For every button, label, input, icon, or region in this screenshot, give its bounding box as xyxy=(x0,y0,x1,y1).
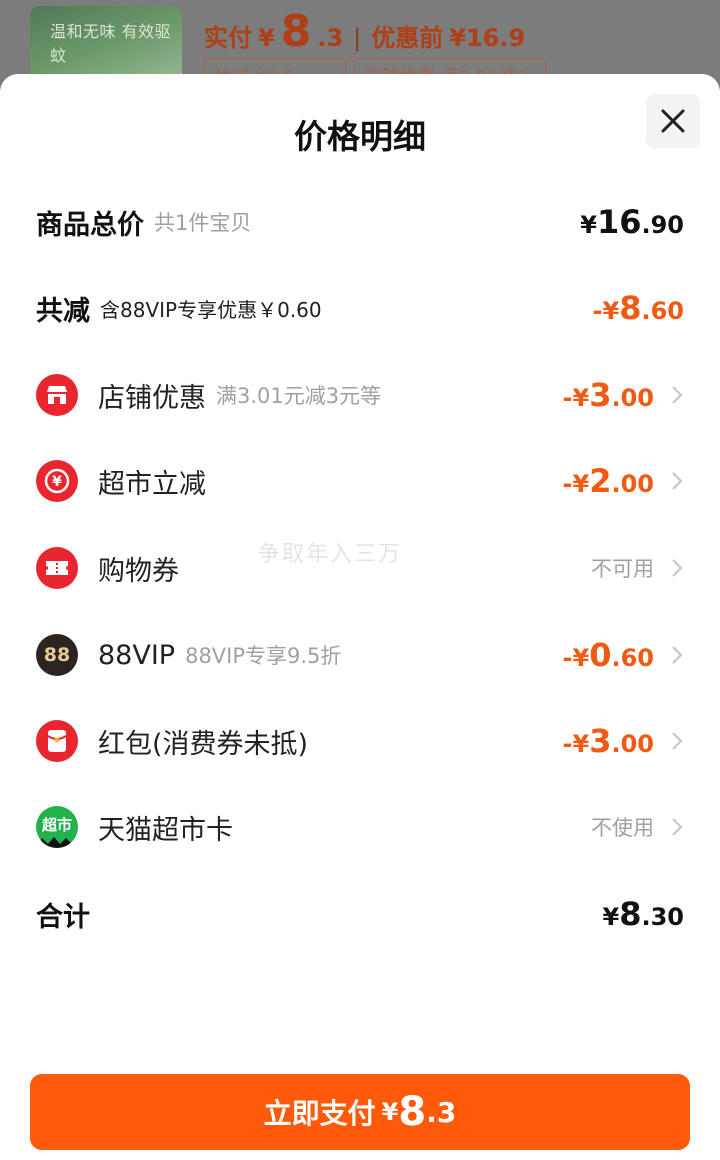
paid-dec: .3 xyxy=(317,24,344,52)
tmall-market-card-label: 天猫超市卡 xyxy=(98,814,233,846)
price-int: 0 xyxy=(589,636,612,674)
svg-text:¥: ¥ xyxy=(52,474,62,490)
ticket-icon xyxy=(36,547,78,589)
chevron-right-icon xyxy=(672,559,683,577)
price-dec: .60 xyxy=(611,644,654,672)
row-grand-total: 合计 ¥8.30 xyxy=(36,884,684,944)
yuan-coin-icon: ¥ xyxy=(36,460,78,502)
pay-now-button[interactable]: 立即支付 ¥8.3 xyxy=(30,1074,690,1150)
row-item-total: 商品总价 共1件宝贝 ¥16.90 xyxy=(36,192,684,252)
row-market-discount[interactable]: ¥ 超市立减 -¥2.00 xyxy=(36,451,684,511)
close-button[interactable] xyxy=(646,94,700,148)
chevron-right-icon xyxy=(672,732,683,750)
total-discount-label: 共减 xyxy=(36,295,90,327)
pay-now-int: 8 xyxy=(398,1089,427,1135)
voucher-label: 购物券 xyxy=(98,555,179,587)
tmall-market-card-status-text: 不使用 xyxy=(591,816,654,840)
product-thumbnail-text: 温和无味 有效驱蚊 xyxy=(50,22,172,65)
paid-label: 实付 xyxy=(204,24,252,52)
price-int: 16 xyxy=(596,203,642,241)
before-discount-label: 优惠前 xyxy=(371,24,444,52)
88vip-icon-text: 88 xyxy=(43,644,71,666)
shop-icon xyxy=(36,374,78,416)
shop-discount-sub: 满3.01元减3元等 xyxy=(216,384,382,408)
currency-symbol: ¥ xyxy=(580,211,597,239)
chevron-right-icon xyxy=(672,818,683,836)
before-discount-price: ¥16.9 xyxy=(449,24,526,52)
chevron-right-icon xyxy=(672,386,683,404)
88vip-sub: 88VIP专享9.5折 xyxy=(185,644,342,668)
price-dec: .00 xyxy=(611,730,654,758)
watermark-text: 争取年入三万 xyxy=(258,542,403,567)
price-int: 8 xyxy=(619,289,642,327)
paid-currency: ¥ xyxy=(258,24,275,52)
item-total-label: 商品总价 xyxy=(36,209,144,241)
grand-total-price: ¥8.30 xyxy=(603,895,684,933)
price-dec: .60 xyxy=(641,297,684,325)
88vip-discount-amount: -¥0.60 xyxy=(563,636,684,674)
item-count: 共1件宝贝 xyxy=(154,211,252,235)
row-total-discount: 共减 含88VIP专享优惠￥0.60 -¥8.60 xyxy=(36,278,684,338)
row-shop-discount[interactable]: 店铺优惠 满3.01元减3元等 -¥3.00 xyxy=(36,365,684,425)
currency-symbol: -¥ xyxy=(562,384,590,412)
price-dec: .00 xyxy=(611,384,654,412)
price-int: 8 xyxy=(619,895,642,933)
chevron-right-icon xyxy=(672,646,683,664)
row-tmall-market-card[interactable]: 超市 天猫超市卡 不使用 xyxy=(36,797,684,857)
grand-total-label: 合计 xyxy=(36,901,90,933)
red-packet-label: 红包(消费券未抵) xyxy=(98,728,309,760)
currency-symbol: -¥ xyxy=(562,470,590,498)
88vip-label: 88VIP xyxy=(98,639,176,671)
tmall-market-card-status: 不使用 xyxy=(591,812,684,842)
price-dec: .30 xyxy=(641,903,684,931)
price-dec: .00 xyxy=(611,470,654,498)
sheet-title: 价格明细 xyxy=(294,117,426,156)
price-dec: .90 xyxy=(641,211,684,239)
total-discount-sub: 含88VIP专享优惠￥0.60 xyxy=(100,297,322,322)
item-total-price: ¥16.90 xyxy=(580,203,684,241)
price-separator: | xyxy=(353,24,362,52)
currency-symbol: -¥ xyxy=(592,297,620,325)
product-price-summary: 实付 ¥8.3 | 优惠前 ¥16.9 xyxy=(204,6,525,57)
price-detail-sheet: 价格明细 商品总价 共1件宝贝 ¥16.90 共减 含88VIP专享优惠￥0.6… xyxy=(0,74,720,1160)
voucher-status-text: 不可用 xyxy=(591,557,654,581)
market-discount-label: 超市立减 xyxy=(98,468,206,500)
row-88vip[interactable]: 88 88VIP 88VIP专享9.5折 -¥0.60 xyxy=(36,625,684,685)
shop-discount-label: 店铺优惠 xyxy=(98,382,206,414)
red-packet-amount: -¥3.00 xyxy=(563,722,684,760)
voucher-status: 不可用 xyxy=(591,553,684,583)
tmall-market-card-icon-text: 超市 xyxy=(41,815,72,834)
price-int: 3 xyxy=(589,376,612,414)
chevron-right-icon xyxy=(672,472,683,490)
close-icon xyxy=(661,109,685,133)
currency-symbol: -¥ xyxy=(562,730,590,758)
currency-symbol: -¥ xyxy=(562,644,590,672)
pay-now-currency: ¥ xyxy=(381,1098,399,1126)
currency-symbol: ¥ xyxy=(602,903,620,931)
market-discount-amount: -¥2.00 xyxy=(563,462,684,500)
total-discount-amount: -¥8.60 xyxy=(593,289,684,327)
88vip-icon: 88 xyxy=(36,634,78,676)
pay-now-dec: .3 xyxy=(426,1095,457,1129)
shop-discount-amount: -¥3.00 xyxy=(563,376,684,414)
red-packet-icon xyxy=(36,720,78,762)
tmall-market-card-icon: 超市 xyxy=(36,806,78,848)
pay-now-label: 立即支付 xyxy=(263,1097,376,1130)
row-red-packet[interactable]: 红包(消费券未抵) -¥3.00 xyxy=(36,711,684,771)
price-int: 2 xyxy=(589,462,612,500)
paid-int: 8 xyxy=(280,6,312,57)
price-int: 3 xyxy=(589,722,612,760)
